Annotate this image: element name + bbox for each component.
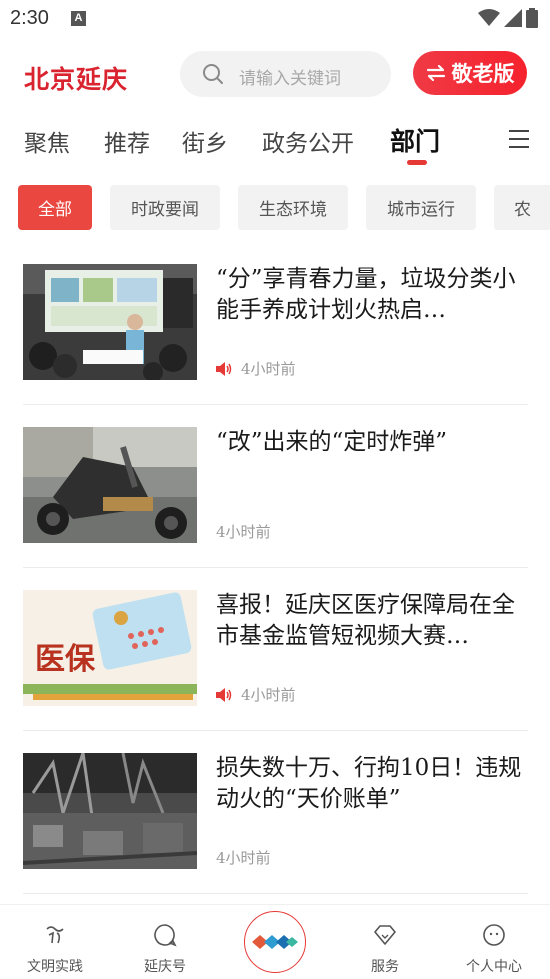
news-item[interactable]: “分”享青春力量，垃圾分类小能手养成计划火热启… 4小时前 bbox=[23, 264, 528, 405]
filter-chips: 全部 时政要闻 生态环境 城市运行 农 bbox=[0, 185, 550, 231]
divider bbox=[23, 730, 528, 731]
news-item[interactable]: “改”出来的“定时炸弹” 4小时前 bbox=[23, 427, 528, 568]
active-tab-indicator bbox=[407, 160, 427, 165]
switch-icon bbox=[426, 65, 445, 81]
chip-city[interactable]: 城市运行 bbox=[366, 185, 476, 230]
elder-mode-button[interactable]: 敬老版 bbox=[413, 51, 527, 95]
status-bar: 2:30 A bbox=[0, 0, 550, 40]
tab-label: 个人中心 bbox=[466, 959, 522, 975]
status-icons bbox=[478, 8, 538, 28]
wifi-icon bbox=[478, 9, 500, 26]
news-thumbnail: 医保 bbox=[23, 590, 197, 706]
profile-icon bbox=[483, 924, 505, 946]
app-header: 北京延庆 请输入关键词 敬老版 bbox=[0, 40, 550, 110]
chip-politics[interactable]: 时政要闻 bbox=[110, 185, 220, 230]
news-time: 4小时前 bbox=[241, 686, 296, 704]
elder-mode-label: 敬老版 bbox=[451, 62, 515, 86]
tab-civilization-practice[interactable]: 文明实践 bbox=[10, 905, 100, 979]
news-meta: 4小时前 bbox=[216, 684, 296, 705]
news-title: “分”享青春力量，垃圾分类小能手养成计划火热启… bbox=[216, 266, 516, 323]
tab-recommend[interactable]: 推荐 bbox=[104, 124, 150, 158]
news-title: “改”出来的“定时炸弹” bbox=[216, 429, 448, 455]
search-icon bbox=[203, 64, 223, 84]
chip-all[interactable]: 全部 bbox=[18, 185, 92, 230]
news-thumbnail bbox=[23, 427, 197, 543]
news-thumbnail bbox=[23, 264, 197, 380]
status-time: 2:30 bbox=[10, 7, 49, 29]
chip-environment[interactable]: 生态环境 bbox=[238, 185, 348, 230]
search-placeholder: 请输入关键词 bbox=[239, 69, 341, 89]
civilization-icon bbox=[46, 926, 64, 944]
signal-icon bbox=[504, 9, 522, 27]
news-thumbnail-text: 医保 bbox=[35, 642, 95, 677]
tab-gov-affairs[interactable]: 政务公开 bbox=[262, 124, 354, 158]
tab-streets[interactable]: 街乡 bbox=[182, 124, 228, 158]
news-title: 喜报！延庆区医疗保障局在全市基金监管短视频大赛… bbox=[216, 592, 515, 649]
app-logo: 北京延庆 bbox=[24, 65, 129, 94]
news-time: 4小时前 bbox=[216, 523, 271, 541]
tab-label: 文明实践 bbox=[27, 959, 83, 975]
tab-departments[interactable]: 部门 bbox=[390, 122, 440, 158]
tab-yanqing-account[interactable]: 延庆号 bbox=[120, 905, 210, 979]
audio-icon[interactable] bbox=[216, 687, 232, 702]
chat-icon bbox=[154, 924, 177, 947]
news-item[interactable]: 医保 喜报！延庆区医疗保障局在全市基金监管短视频大赛… 4小时前 bbox=[23, 590, 528, 731]
tab-label: 延庆号 bbox=[144, 959, 186, 975]
audio-icon[interactable] bbox=[216, 361, 232, 376]
notification-icon: A bbox=[71, 11, 86, 26]
news-meta: 4小时前 bbox=[216, 521, 271, 542]
divider bbox=[23, 404, 528, 405]
diamond-icon bbox=[374, 925, 396, 945]
news-thumbnail bbox=[23, 753, 197, 869]
tab-profile[interactable]: 个人中心 bbox=[449, 905, 539, 979]
news-time: 4小时前 bbox=[216, 849, 271, 867]
home-center-button[interactable] bbox=[244, 911, 306, 973]
battery-icon bbox=[526, 8, 538, 28]
divider bbox=[23, 893, 528, 894]
search-bar[interactable]: 请输入关键词 bbox=[180, 51, 391, 97]
news-meta: 4小时前 bbox=[216, 358, 296, 379]
menu-icon[interactable] bbox=[509, 130, 529, 154]
news-meta: 4小时前 bbox=[216, 847, 271, 868]
tab-services[interactable]: 服务 bbox=[340, 905, 430, 979]
news-item[interactable]: 损失数十万、行拘10日！违规动火的“天价账单” 4小时前 bbox=[23, 753, 528, 894]
category-tabs: 聚焦 推荐 街乡 政务公开 部门 bbox=[0, 112, 550, 168]
divider bbox=[23, 567, 528, 568]
chip-agriculture[interactable]: 农 bbox=[494, 185, 550, 230]
news-title: 损失数十万、行拘10日！违规动火的“天价账单” bbox=[216, 755, 522, 812]
tab-focus[interactable]: 聚焦 bbox=[24, 124, 70, 158]
bottom-nav: 文明实践 延庆号 服务 个人中心 bbox=[0, 904, 550, 979]
tab-label: 服务 bbox=[371, 959, 399, 975]
news-time: 4小时前 bbox=[241, 360, 296, 378]
diamond-logo-icon bbox=[252, 935, 298, 949]
